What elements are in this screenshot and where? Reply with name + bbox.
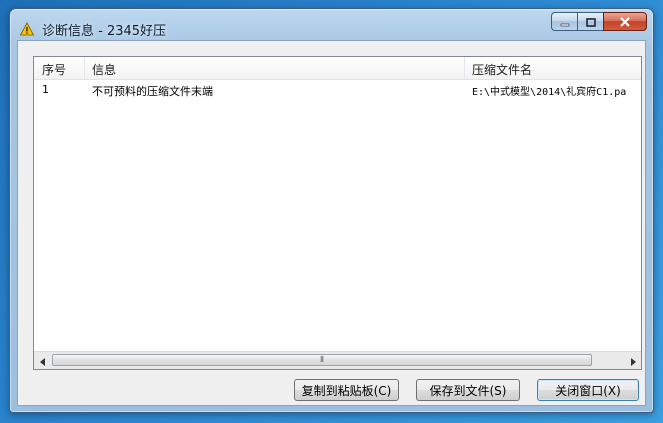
minimize-button[interactable] — [551, 12, 577, 31]
column-header-info[interactable]: 信息 — [92, 61, 116, 78]
column-divider[interactable] — [84, 57, 85, 79]
grip-icon: ⦀ — [320, 355, 324, 364]
close-window-button[interactable]: 关闭窗口(X) — [537, 379, 639, 401]
warning-icon — [19, 21, 35, 36]
window-controls — [551, 12, 647, 31]
column-header-archive[interactable]: 压缩文件名 — [472, 61, 532, 78]
scroll-left-button[interactable] — [34, 352, 51, 369]
maximize-button[interactable] — [577, 12, 603, 31]
window-title: 诊断信息 - 2345好压 — [42, 24, 167, 39]
copy-to-clipboard-button[interactable]: 复制到粘贴板(C) — [294, 379, 399, 401]
arrow-right-icon — [630, 351, 636, 369]
close-icon — [619, 12, 631, 31]
maximize-icon — [585, 12, 596, 31]
column-header-index[interactable]: 序号 — [42, 61, 66, 78]
dialog-body: 序号 信息 压缩文件名 1 不可预料的压缩文件末端 E:\中式模型\2014\礼… — [17, 40, 646, 406]
scroll-right-button[interactable] — [624, 352, 641, 369]
horizontal-scrollbar[interactable]: ⦀ — [34, 351, 641, 369]
arrow-left-icon — [39, 351, 46, 369]
column-divider[interactable] — [464, 57, 465, 79]
row-archive-path: E:\中式模型\2014\礼宾府C1.pa — [472, 87, 627, 98]
close-button[interactable] — [603, 12, 647, 31]
scrollbar-thumb[interactable]: ⦀ — [52, 354, 592, 366]
row-info: 不可预料的压缩文件末端 — [92, 85, 213, 98]
list-header: 序号 信息 压缩文件名 — [34, 57, 641, 80]
row-index: 1 — [42, 83, 49, 96]
minimize-icon — [560, 12, 570, 31]
table-row[interactable]: 1 不可预料的压缩文件末端 E:\中式模型\2014\礼宾府C1.pa — [34, 80, 641, 98]
save-to-file-button[interactable]: 保存到文件(S) — [416, 379, 520, 401]
diagnostic-window: 诊断信息 - 2345好压 序号 信息 压缩文件名 1 不可预料的压缩文件末端 … — [9, 8, 654, 413]
diagnostic-list[interactable]: 序号 信息 压缩文件名 1 不可预料的压缩文件末端 E:\中式模型\2014\礼… — [33, 56, 642, 370]
